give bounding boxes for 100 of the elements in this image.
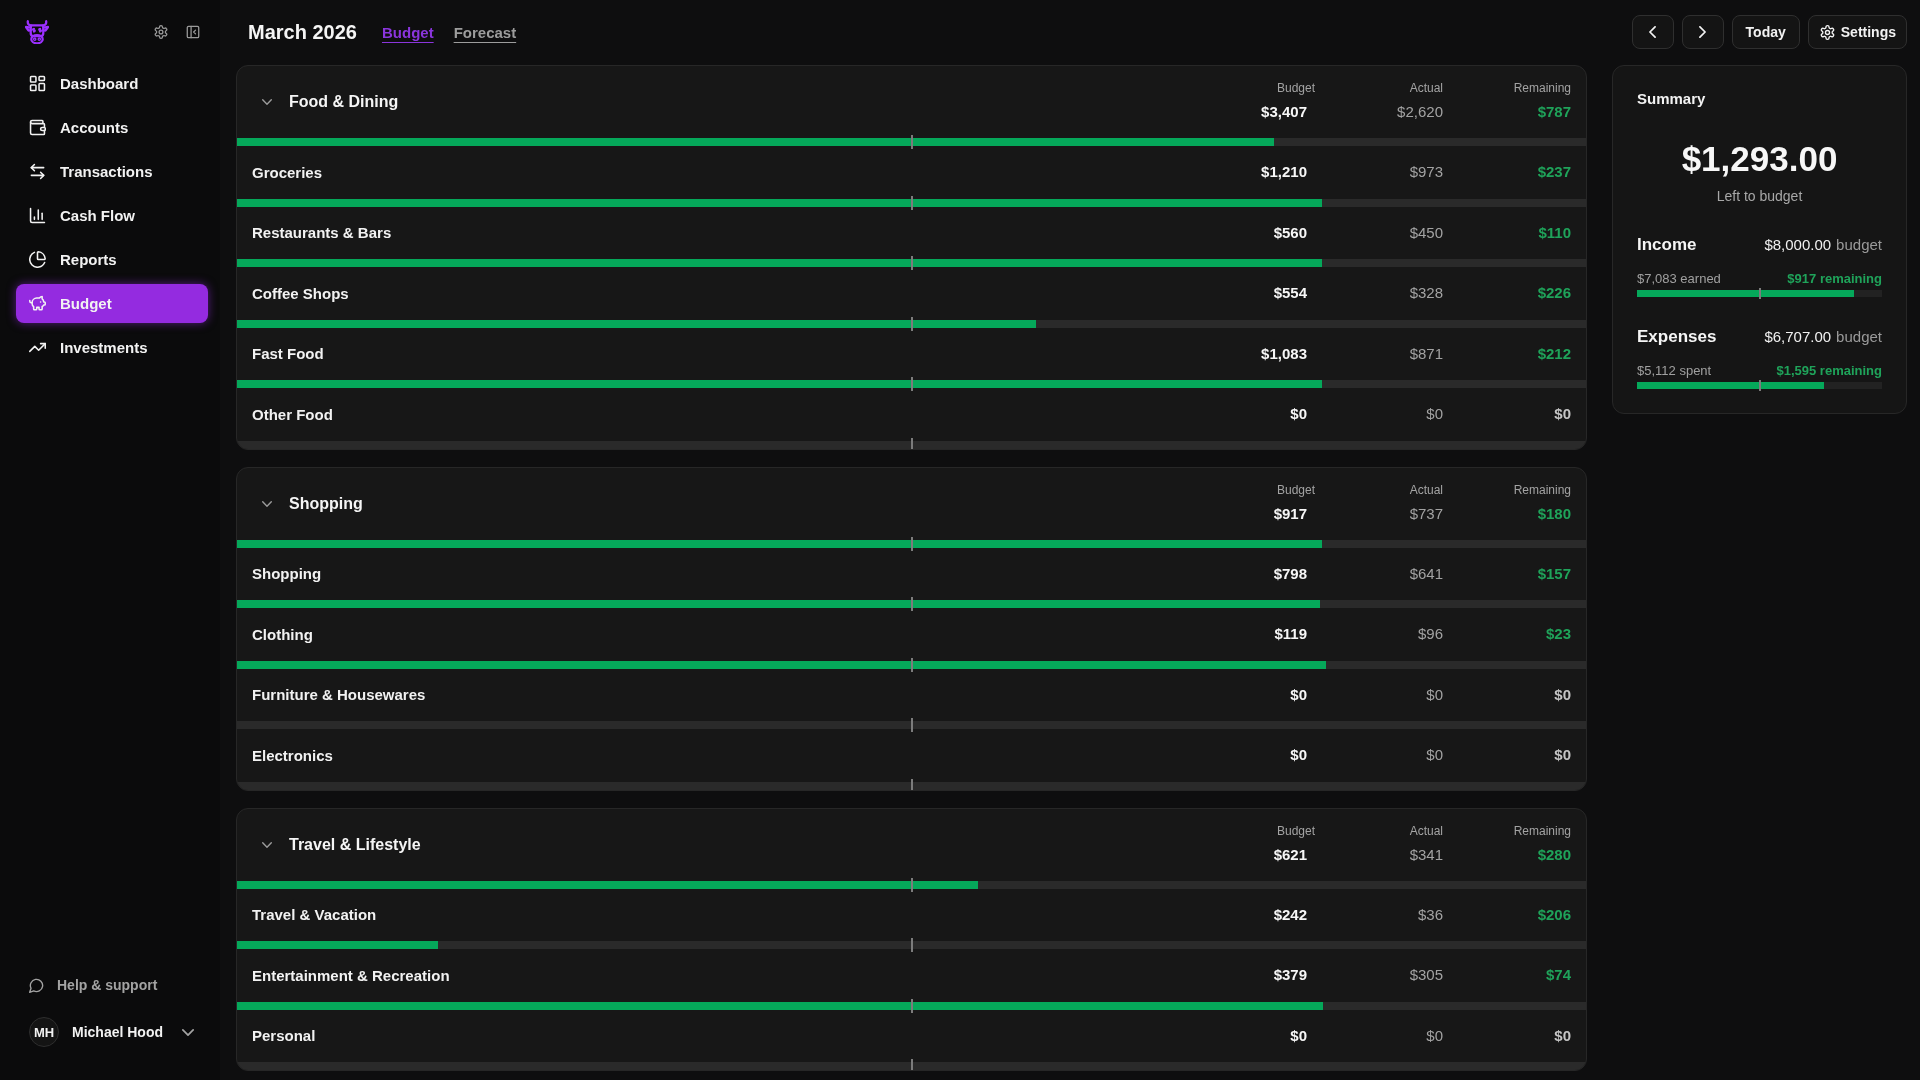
chevron-down-icon[interactable] (262, 500, 272, 507)
remaining-amount: $237 (1537, 162, 1571, 183)
panel-left-icon[interactable] (186, 25, 200, 39)
subcategory-name: Personal (251, 1027, 317, 1045)
actual-amount: $96 (1417, 624, 1443, 645)
remaining-amount: $180 (1537, 503, 1571, 524)
chevron-right-icon (1699, 26, 1707, 38)
nav-item[interactable]: Budget (16, 284, 208, 323)
category-title: Shopping (289, 494, 363, 513)
column-header: Budget (1276, 822, 1315, 839)
amount-caption: Left to budget (1716, 187, 1803, 205)
remaining-amount: $280 (1537, 844, 1571, 865)
budget-label: budget (1836, 236, 1882, 253)
column-header: Remaining (1513, 481, 1571, 498)
remaining-amount: $0 (1554, 404, 1571, 425)
midpoint-marker-icon (910, 316, 913, 331)
remaining-amount: $74 (1545, 965, 1571, 986)
column-header: Actual (1409, 80, 1443, 96)
budget-amount: $3,407 (1261, 102, 1307, 122)
user-avatar[interactable]: MH (29, 1017, 59, 1047)
tab[interactable]: Forecast (453, 23, 517, 41)
settings-icon (1819, 24, 1835, 40)
column-header: Budget (1276, 80, 1315, 96)
progress-text: $5,112 spent (1637, 363, 1712, 379)
midpoint-marker-icon (910, 998, 913, 1013)
section-label: Expenses (1637, 326, 1717, 348)
cow-logo-icon[interactable] (25, 20, 49, 44)
midpoint-marker-icon (910, 437, 913, 449)
budget-amount: $0 (1290, 1025, 1307, 1046)
budget-amount: $917 (1273, 503, 1307, 524)
remaining-amount: $110 (1538, 222, 1571, 243)
actual-amount: $328 (1409, 283, 1443, 304)
settings-icon[interactable] (154, 25, 168, 39)
actual-amount: $36 (1417, 904, 1443, 925)
remaining-amount: $206 (1537, 904, 1571, 925)
midpoint-marker-icon (910, 135, 913, 149)
nav-item[interactable]: Investments (16, 328, 208, 367)
midpoint-marker-icon (910, 938, 913, 952)
nav-item[interactable]: Dashboard (16, 64, 208, 103)
subcategory-name: Furniture & Housewares (251, 686, 427, 704)
remaining-text: $1,595 remaining (1776, 363, 1882, 379)
previous-month-button[interactable] (1631, 15, 1674, 49)
nav-item[interactable]: Cash Flow (16, 196, 208, 235)
budget-amount: $798 (1273, 563, 1307, 584)
next-month-button[interactable] (1681, 15, 1724, 49)
remaining-amount: $0 (1554, 684, 1571, 705)
remaining-amount: $226 (1537, 283, 1571, 304)
help-link[interactable]: Help & support (16, 970, 158, 1000)
budget-amount: $119 (1274, 624, 1307, 645)
budget-label: budget (1836, 328, 1882, 345)
actual-amount: $871 (1409, 343, 1443, 364)
column-header: Remaining (1513, 80, 1571, 96)
chevron-down-icon[interactable] (262, 99, 272, 105)
actual-amount: $341 (1409, 844, 1443, 865)
budget-amount: $0 (1290, 404, 1307, 425)
remaining-amount: $0 (1554, 1025, 1571, 1046)
chevron-left-icon (1649, 26, 1657, 38)
nav-item[interactable]: Transactions (16, 152, 208, 191)
column-header: Actual (1409, 822, 1443, 839)
category-title: Food & Dining (289, 93, 399, 111)
budget-amount: $0 (1290, 684, 1307, 705)
piggy-bank-icon (29, 295, 46, 312)
pie-chart-icon (29, 251, 46, 268)
budget-amount: $621 (1273, 844, 1307, 865)
chevron-down-icon[interactable] (182, 1028, 194, 1036)
summary-title: Summary (1637, 90, 1706, 108)
actual-amount: $0 (1426, 745, 1443, 766)
subcategory-name: Groceries (251, 163, 324, 181)
subcategory-name: Travel & Vacation (251, 906, 378, 924)
subcategory-name: Fast Food (251, 345, 325, 363)
bar-chart-icon (29, 207, 46, 224)
budget-amount: $8,000.00 (1764, 236, 1832, 253)
actual-amount: $641 (1409, 563, 1443, 584)
budget-amount: $379 (1273, 965, 1307, 986)
nav-item[interactable]: Reports (16, 240, 208, 279)
subcategory-name: Other Food (251, 405, 334, 423)
midpoint-marker-icon (1758, 380, 1761, 391)
layout-grid-icon (29, 75, 46, 92)
midpoint-marker-icon (910, 877, 913, 892)
chevron-down-icon[interactable] (262, 841, 272, 848)
budget-amount: $6,707.00 (1764, 328, 1832, 345)
subcategory-name: Entertainment & Recreation (251, 966, 451, 984)
column-header: Actual (1409, 481, 1443, 498)
budget-amount: $1,083 (1261, 343, 1307, 364)
midpoint-marker-icon (910, 1059, 913, 1070)
settings-button[interactable]: Settings (1807, 15, 1907, 49)
remaining-amount: $23 (1545, 624, 1571, 645)
budget-amount: $1,210 (1261, 162, 1307, 183)
page-title: March 2026 (248, 20, 357, 44)
left-to-budget-amount: $1,293.00 (1681, 138, 1838, 180)
midpoint-marker-icon (910, 536, 913, 551)
nav-item[interactable]: Accounts (16, 108, 208, 147)
section-label: Income (1637, 234, 1697, 256)
today-button[interactable]: Today (1731, 15, 1800, 49)
actual-amount: $737 (1409, 503, 1443, 524)
actual-amount: $2,620 (1397, 102, 1443, 122)
remaining-text: $917 remaining (1787, 271, 1882, 287)
subcategory-name: Clothing (251, 625, 314, 643)
chat-bubble-icon (29, 977, 44, 993)
actual-amount: $450 (1409, 222, 1443, 243)
